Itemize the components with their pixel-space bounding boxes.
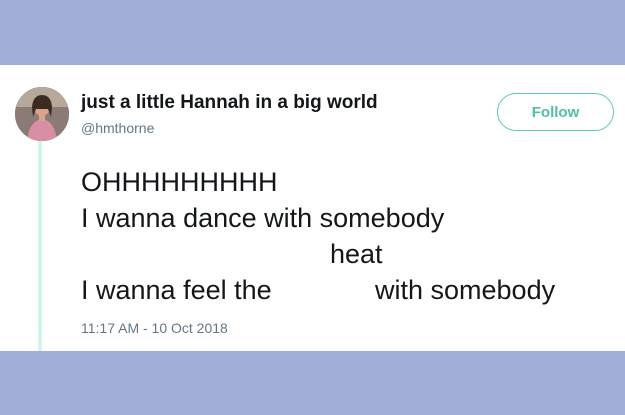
tweet-text-segment: with somebody <box>375 275 556 305</box>
tweet-text-segment: heat <box>330 239 383 269</box>
author-handle[interactable]: @hmthorne <box>81 119 154 137</box>
tweet-timestamp[interactable]: 11:17 AM - 10 Oct 2018 <box>81 319 228 337</box>
follow-button[interactable]: Follow <box>497 93 614 131</box>
tweet-text-segment: I wanna dance with somebody <box>81 203 445 233</box>
tweet-text-segment: I wanna feel the <box>81 275 272 305</box>
avatar-photo-icon <box>15 87 69 141</box>
thread-connector-line <box>38 140 42 351</box>
tweet-text-segment: OHHHHHHHHH <box>81 167 278 197</box>
avatar[interactable] <box>15 87 69 141</box>
author-display-name[interactable]: just a little Hannah in a big world <box>81 92 378 114</box>
